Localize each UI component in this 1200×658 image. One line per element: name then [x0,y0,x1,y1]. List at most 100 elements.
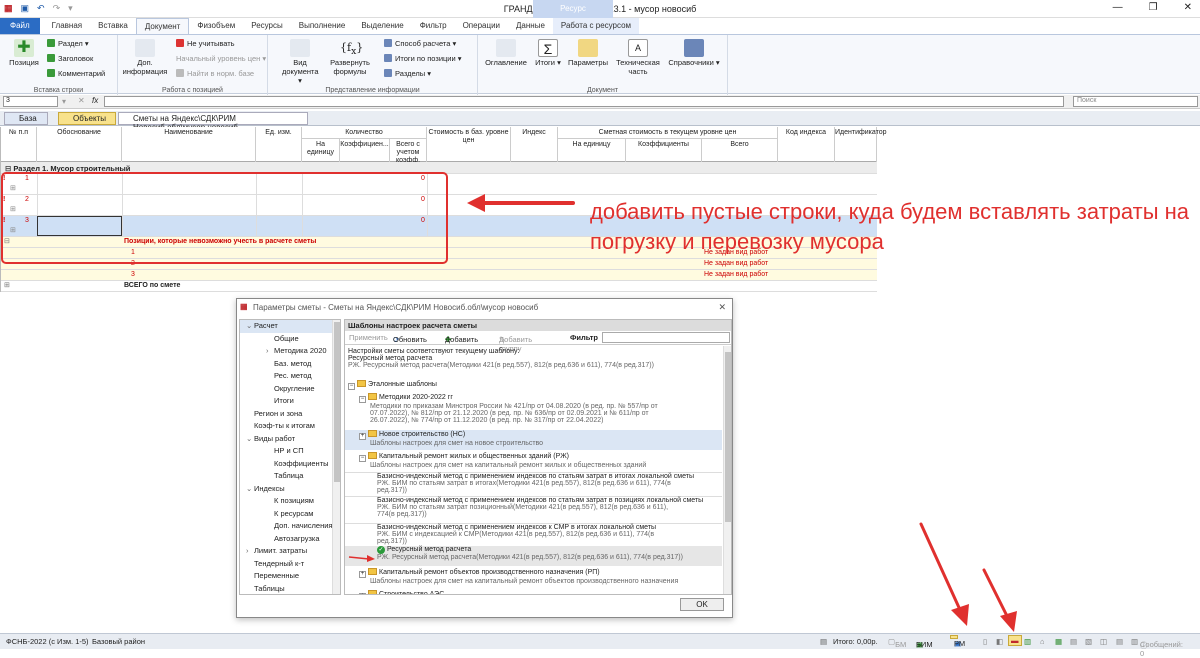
sections-button[interactable]: Разделы ▾ [384,69,431,78]
tab-resources[interactable]: Ресурсы [243,18,291,34]
tree-item[interactable]: К ресурсам [240,508,340,521]
col-qty-coef[interactable]: Коэффициен... [340,139,390,162]
template-folder[interactable]: + Строительство АЭС [345,590,722,594]
doc-view-button[interactable]: Вид документа ▾ [282,39,319,85]
ok-button[interactable]: OK [680,598,724,611]
tab-selection[interactable]: Выделение [353,18,411,34]
search-input[interactable]: Поиск [1073,96,1198,107]
chevron-right-icon[interactable]: › [266,345,274,358]
expand-icon[interactable]: ⊞ [4,281,10,289]
chevron-down-icon[interactable]: ⌄ [246,320,254,333]
col-num[interactable]: № п.п [1,127,37,162]
collapse-icon[interactable]: − [348,383,355,390]
tab-filter[interactable]: Фильтр [412,18,455,34]
tab-operations[interactable]: Операции [455,18,508,34]
filter-input[interactable] [602,332,730,343]
tab-estimate-path[interactable]: Сметы на Яндекс\СДК\РИМ Новосиб.обл\мусо… [118,112,308,132]
tree-item[interactable]: ⌄ Расчет [240,320,340,333]
tool-icon-3-active[interactable]: ▬ [1008,635,1022,646]
tab-document[interactable]: Документ [135,18,190,34]
col-curr-coef[interactable]: Коэффициенты [626,139,702,162]
tool-icon-7[interactable]: ▤ [1070,637,1077,646]
col-index[interactable]: Индекс [511,127,558,162]
tree-item[interactable]: Итоги [240,395,340,408]
totals-button[interactable]: Σ Итоги ▾ [534,39,562,67]
chevron-down-icon[interactable]: ⌄ [246,433,254,446]
position-button[interactable]: ✚ Позиция [6,39,42,67]
col-qty-total[interactable]: Всего с учетом коэфф. [390,139,427,162]
tree-item[interactable]: ⌄ Индексы [240,483,340,496]
tree-item[interactable]: Таблицы [240,583,340,595]
col-index-code[interactable]: Код индекса [778,127,835,162]
col-basis[interactable]: Обоснование [37,127,122,162]
template-folder[interactable]: − Эталонные шаблоны [345,380,722,391]
tree-item[interactable]: Регион и зона [240,408,340,421]
template-item[interactable]: Базисно-индексный метод с применением ин… [345,523,722,547]
template-item[interactable]: Базисно-индексный метод с применением ин… [345,496,722,520]
tool-icon-2[interactable]: ◧ [996,637,1003,646]
tree-item[interactable]: Автозагрузка [240,533,340,546]
tab-execution[interactable]: Выполнение [291,18,354,34]
tree-item[interactable]: › Методика 2020 [240,345,340,358]
tab-insert[interactable]: Вставка [90,18,136,34]
formula-input[interactable] [104,96,1064,107]
tool-icon-4[interactable]: ▥ [1024,637,1031,646]
expand-formulas-button[interactable]: {fx} Развернуть формулы [326,39,374,76]
tab-home[interactable]: Главная [44,18,90,34]
cell-reference-box[interactable]: 3 [3,96,58,107]
tree-item[interactable]: Таблица [240,470,340,483]
dropdown-icon[interactable]: ▾ [62,97,66,106]
cancel-icon[interactable]: ✕ [78,96,85,105]
minimize-button[interactable]: — [1113,2,1123,13]
close-button[interactable]: ✕ [1184,2,1192,13]
template-item[interactable]: Базисно-индексный метод с применением ин… [345,472,722,496]
params-button[interactable]: Параметры [566,39,610,67]
tab-data[interactable]: Данные [508,18,553,34]
tab-objects[interactable]: Объекты [58,112,116,125]
no-count-button[interactable]: Не учитывать [176,39,235,48]
calculator-icon[interactable]: ▤ [820,637,827,646]
template-folder[interactable]: − Методики 2020-2022 гг Методики по приказ… [345,393,722,431]
total-row[interactable]: ⊞ ВСЕГО по смете [1,281,877,292]
dialog-close-icon[interactable]: ✕ [718,302,726,313]
header-button[interactable]: Заголовок [47,54,93,63]
calc-method-button[interactable]: Способ расчета ▾ [384,39,456,48]
tree-item[interactable]: К позициям [240,495,340,508]
section-button[interactable]: Раздел ▾ [47,39,89,48]
find-base-button[interactable]: Найти в норм. базе [176,69,254,78]
tree-item[interactable]: Рес. метод [240,370,340,383]
tree-item[interactable]: Баз. метод [240,358,340,371]
col-curr-cost[interactable]: Сметная стоимость в текущем уровне цен [558,127,778,139]
comment-button[interactable]: Комментарий [47,69,105,78]
apply-button[interactable]: Применить [349,333,388,342]
tab-resource-work[interactable]: Работа с ресурсом [552,18,640,34]
add-info-button[interactable]: Доп. информация [122,39,168,76]
tree-item[interactable]: Общие [240,333,340,346]
col-qty-unit[interactable]: На единицу [302,139,340,162]
expand-icon[interactable]: + [359,433,366,440]
references-button[interactable]: Справочники ▾ [666,39,722,67]
maximize-button[interactable]: ❐ [1149,2,1158,13]
tree-item[interactable]: НР и СП [240,445,340,458]
tree-item[interactable]: Округление [240,383,340,396]
tool-icon-9[interactable]: ◫ [1100,637,1107,646]
chevron-right-icon[interactable]: › [246,545,254,558]
totals-position-button[interactable]: Итоги по позиции ▾ [384,54,462,63]
collapse-icon[interactable]: − [359,455,366,462]
col-qty[interactable]: Количество [302,127,427,139]
tool-icon-8[interactable]: ▧ [1085,637,1092,646]
tool-icon-6[interactable]: ▦ [1055,637,1062,646]
expand-icon[interactable]: + [359,593,366,594]
tech-part-button[interactable]: A Техническая часть [614,39,662,76]
col-identifier[interactable]: Идентификатор [835,127,887,162]
toc-button[interactable]: Оглавление [484,39,528,67]
mode-bm-button[interactable]: ▢ БМ [888,637,906,649]
tree-item[interactable]: Доп. начисления [240,520,340,533]
template-folder[interactable]: + Новое строительство (НС) Шаблоны настрое… [345,430,722,450]
col-unit[interactable]: Ед. изм. [256,127,302,162]
template-item[interactable]: ✓ Ресурсный метод расчета РЖ. Ресурсный ме… [345,546,722,566]
chevron-down-icon[interactable]: ⌄ [246,483,254,496]
tree-item[interactable]: ⌄ Виды работ [240,433,340,446]
price-level-button[interactable]: Начальный уровень цен ▾ [176,54,266,63]
col-curr-unit[interactable]: На единицу [558,139,626,162]
